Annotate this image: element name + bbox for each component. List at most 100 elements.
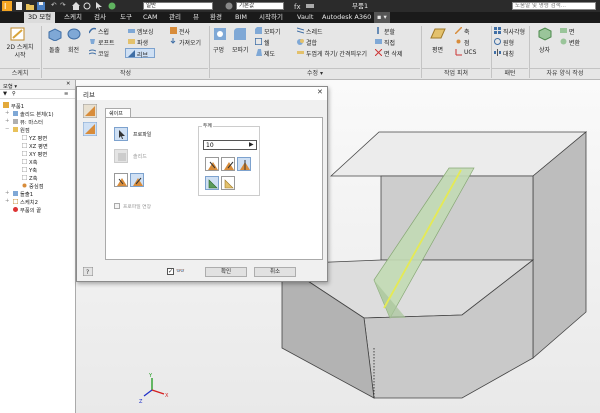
start-sketch-button[interactable]: 2D 스케치 시작	[3, 44, 37, 60]
profile-select-button[interactable]	[114, 127, 128, 141]
tree-item-y-axis[interactable]: Y축	[29, 166, 37, 174]
tree-item-end-of-part[interactable]: 부품의 끝	[20, 206, 41, 214]
appearance-icon[interactable]	[108, 2, 117, 10]
cancel-button[interactable]: 취소	[254, 267, 296, 277]
ok-button[interactable]: 확인	[205, 267, 247, 277]
coil-button[interactable]: 코일	[98, 49, 109, 58]
plane-button[interactable]: 평면	[432, 45, 443, 54]
find-icon[interactable]: ⚲	[12, 91, 16, 97]
tree-item-z-axis[interactable]: Z축	[29, 174, 38, 182]
axis-button[interactable]: 축	[464, 27, 470, 36]
tab-cam[interactable]: CAM	[143, 12, 158, 23]
hole-button[interactable]: 구멍	[213, 45, 224, 54]
fillet-button[interactable]: 모따기	[232, 45, 249, 54]
tab-get-started[interactable]: 시작하기	[259, 12, 283, 23]
point-button[interactable]: 점	[464, 38, 470, 47]
tab-a360[interactable]: Autodesk A360	[322, 12, 371, 23]
expand-icon[interactable]: +	[5, 198, 9, 204]
material-select[interactable]: 기본값	[236, 2, 284, 10]
thread-button[interactable]: 스레드	[306, 27, 323, 36]
direction-2-button[interactable]	[130, 173, 144, 187]
emboss-button[interactable]: 엠보싱	[137, 27, 154, 36]
tree-item-origin[interactable]: 원점	[20, 126, 30, 134]
redo-icon[interactable]: ↷	[60, 0, 65, 11]
tab-environments[interactable]: 환경	[210, 12, 222, 23]
thickness-flyout-icon[interactable]: ▶	[249, 141, 254, 148]
tree-item-sketch2[interactable]: 스케치2	[20, 198, 38, 206]
tree-item-part[interactable]: 부품1	[11, 102, 24, 110]
thickness-side-2-button[interactable]	[221, 157, 235, 171]
tree-item-center-point[interactable]: 중심점	[29, 182, 44, 190]
extrude-button[interactable]: 돌출	[49, 45, 60, 54]
thickness-symmetric-button[interactable]	[237, 157, 251, 171]
solid-select-button[interactable]	[114, 149, 128, 163]
draft-button[interactable]: 제도	[264, 49, 275, 58]
sweep-button[interactable]: 스윕	[98, 27, 109, 36]
home-icon[interactable]	[72, 2, 80, 10]
combine-button[interactable]: 결합	[306, 38, 317, 47]
decal-button[interactable]: 전사	[179, 27, 190, 36]
material-icon[interactable]	[224, 2, 234, 10]
rib-mode-parallel-icon[interactable]	[83, 122, 97, 136]
extent-to-next-button[interactable]	[205, 176, 219, 190]
import-button[interactable]: 가져오기	[179, 38, 201, 47]
tab-view[interactable]: 뷰	[193, 12, 199, 23]
tab-bim[interactable]: BIM	[235, 12, 247, 23]
tree-item-solid-bodies[interactable]: 솔리드 본체(1)	[20, 110, 54, 118]
preset-select[interactable]: 일반	[143, 2, 213, 10]
freeform-face-button[interactable]: 면	[569, 27, 575, 36]
tab-shape[interactable]: 쉐이프	[105, 108, 131, 117]
tree-item-view[interactable]: 뷰: 마스터	[20, 118, 43, 126]
dialog-close-icon[interactable]: ✕	[317, 88, 323, 96]
tab-overflow-icon[interactable]: ▪ ▾	[374, 12, 390, 23]
app-logo-icon[interactable]: I	[2, 1, 12, 11]
tree-item-yz-plane[interactable]: YZ 평면	[29, 134, 47, 142]
collapse-icon[interactable]: −	[5, 126, 9, 132]
tree-item-x-axis[interactable]: X축	[29, 158, 38, 166]
circ-pattern-button[interactable]: 원형	[503, 38, 514, 47]
help-search-input[interactable]	[512, 2, 596, 10]
browser-menu-icon[interactable]: ≡	[64, 91, 68, 97]
measure-icon[interactable]	[306, 2, 314, 10]
expand-icon[interactable]: +	[5, 190, 9, 196]
rect-pattern-button[interactable]: 직사각형	[503, 27, 525, 36]
new-file-icon[interactable]	[15, 2, 23, 10]
tree-item-xy-plane[interactable]: XY 평면	[29, 150, 47, 158]
extent-finite-button[interactable]	[221, 176, 235, 190]
fx-icon[interactable]: fx	[294, 2, 302, 10]
tab-sketch[interactable]: 스케치	[64, 12, 82, 23]
delete-face-button[interactable]: 면 삭제	[384, 49, 402, 58]
loft-button[interactable]: 로프트	[98, 38, 115, 47]
tab-manage[interactable]: 관리	[169, 12, 181, 23]
revolve-button[interactable]: 회전	[68, 45, 79, 54]
derive-button[interactable]: 파생	[137, 38, 148, 47]
open-folder-icon[interactable]	[26, 2, 34, 10]
thicken-offset-button[interactable]: 두껍게 하기/ 간격띄우기	[306, 49, 367, 58]
freeform-box-button[interactable]: 상자	[539, 45, 550, 54]
undo-icon[interactable]: ↶	[51, 0, 56, 11]
shell-button[interactable]: 쉘	[264, 38, 270, 47]
preview-checkbox[interactable]: ✓	[167, 268, 174, 275]
ucs-button[interactable]: UCS	[464, 49, 476, 56]
tab-3d-model[interactable]: 3D 모형	[24, 12, 56, 23]
save-icon[interactable]	[37, 2, 45, 10]
rib-mode-normal-icon[interactable]	[83, 104, 97, 118]
browser-close-icon[interactable]: ✕	[66, 81, 70, 87]
direct-edit-button[interactable]: 직접	[384, 38, 395, 47]
direction-1-button[interactable]	[114, 173, 128, 187]
help-icon[interactable]: ?	[83, 267, 93, 276]
tab-tools[interactable]: 도구	[120, 12, 132, 23]
convert-button[interactable]: 변환	[569, 38, 580, 47]
split-button[interactable]: 분할	[384, 27, 395, 36]
tab-vault[interactable]: Vault	[297, 12, 313, 23]
expand-icon[interactable]: +	[5, 110, 9, 116]
filter-icon[interactable]: ▼	[3, 91, 7, 97]
mirror-button[interactable]: 대칭	[503, 49, 514, 58]
extend-profile-checkbox[interactable]	[114, 203, 120, 209]
tree-item-extrusion1[interactable]: 돌출1	[20, 190, 33, 198]
browser-mode-dropdown[interactable]: 모형 ▾	[3, 82, 17, 90]
tab-inspect[interactable]: 검사	[94, 12, 106, 23]
select-icon[interactable]	[95, 2, 103, 10]
update-icon[interactable]	[83, 2, 91, 10]
expand-icon[interactable]: +	[5, 118, 9, 124]
